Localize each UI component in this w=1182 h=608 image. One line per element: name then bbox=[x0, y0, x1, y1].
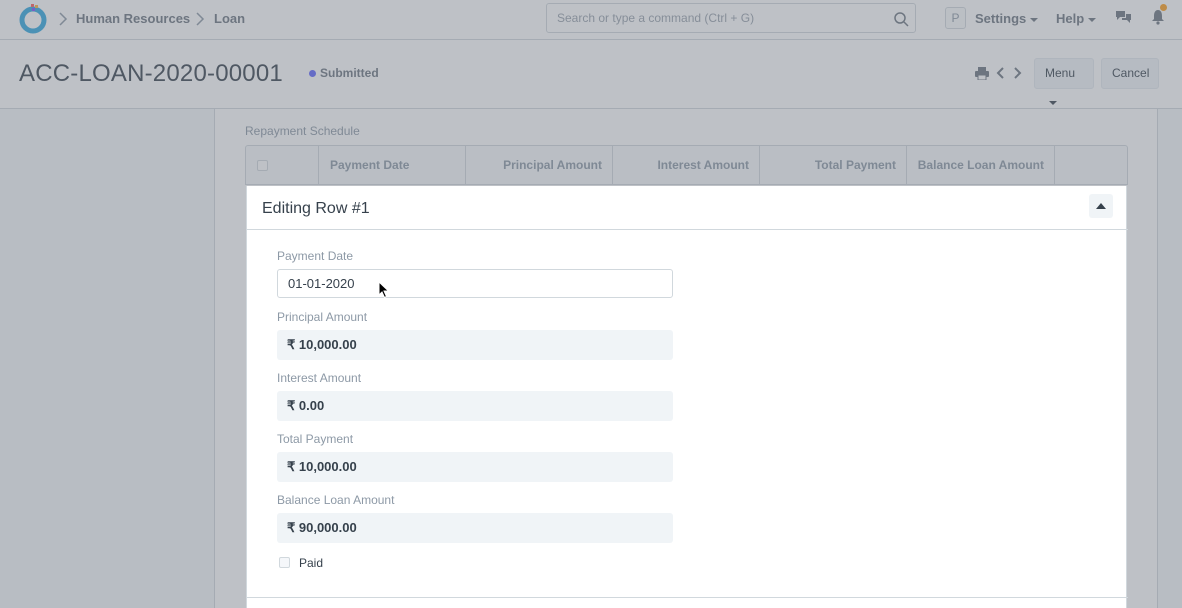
balance-loan-amount-label: Balance Loan Amount bbox=[277, 493, 395, 507]
collapse-row-button[interactable] bbox=[1089, 194, 1113, 218]
paid-label[interactable]: Paid bbox=[299, 556, 323, 570]
edit-row-panel: Editing Row #1 Payment Date 01-01-2020 P… bbox=[246, 186, 1128, 608]
edit-row-title: Editing Row #1 bbox=[262, 200, 370, 217]
edit-row-divider bbox=[247, 597, 1128, 598]
edit-row-header: Editing Row #1 bbox=[247, 186, 1128, 230]
paid-checkbox[interactable] bbox=[279, 557, 290, 568]
balance-loan-amount-value: ₹ 90,000.00 bbox=[277, 513, 673, 543]
total-payment-label: Total Payment bbox=[277, 432, 354, 446]
interest-amount-label: Interest Amount bbox=[277, 371, 362, 385]
principal-amount-value: ₹ 10,000.00 bbox=[277, 330, 673, 360]
caret-up-icon bbox=[1096, 203, 1106, 209]
total-payment-value: ₹ 10,000.00 bbox=[277, 452, 673, 482]
payment-date-input[interactable]: 01-01-2020 bbox=[277, 269, 673, 298]
mouse-cursor-icon bbox=[378, 281, 390, 299]
principal-amount-label: Principal Amount bbox=[277, 310, 368, 324]
interest-amount-value: ₹ 0.00 bbox=[277, 391, 673, 421]
payment-date-label: Payment Date bbox=[277, 249, 354, 263]
